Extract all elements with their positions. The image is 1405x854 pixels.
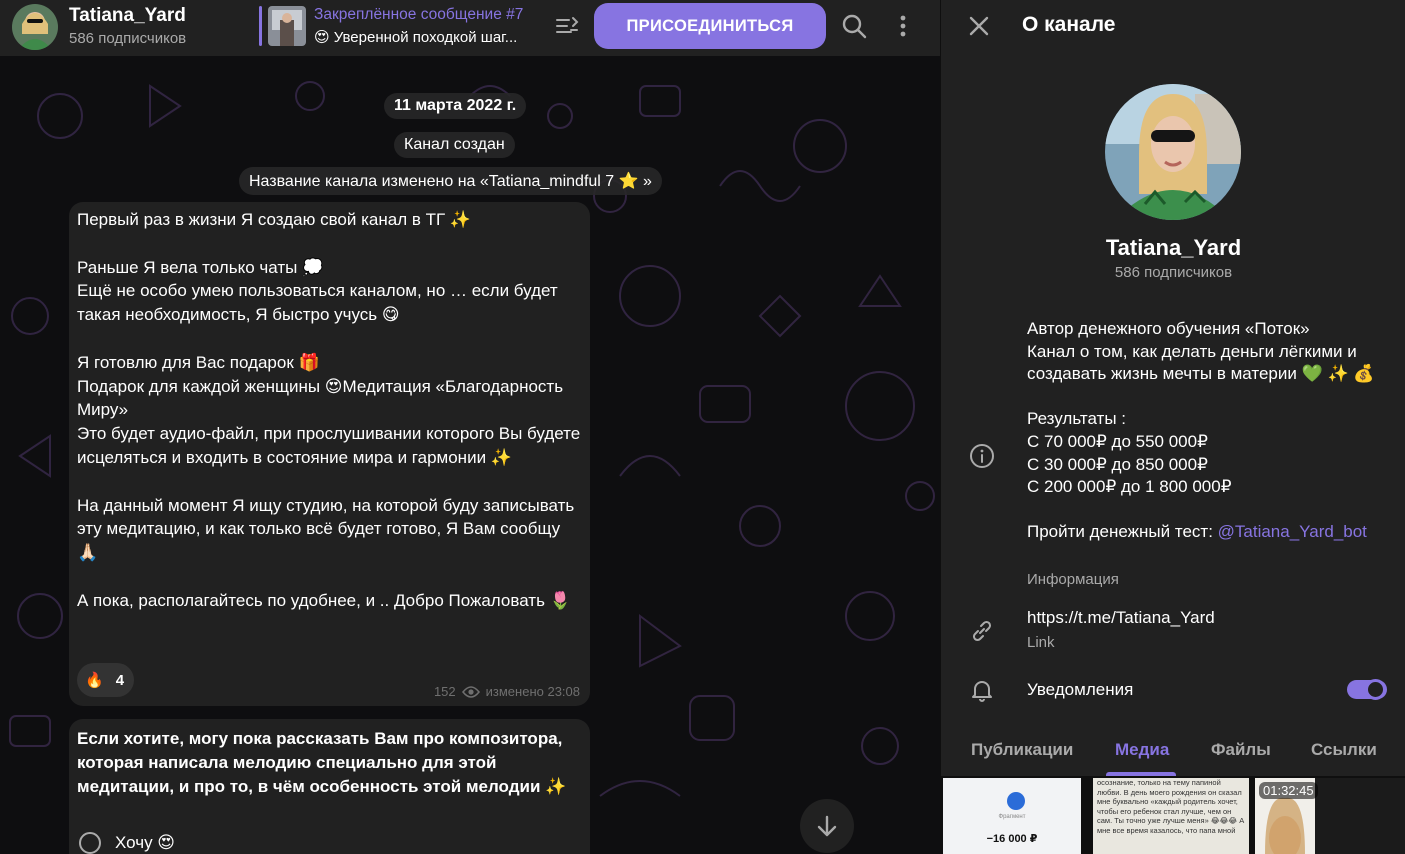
reaction-count: 4 (115, 671, 125, 689)
view-count: 152 (433, 684, 456, 699)
media-amount: −16 000 ₽ (986, 833, 1038, 845)
media-caption: Фрагмент (998, 814, 1026, 820)
notifications-label: Уведомления (1027, 680, 1134, 699)
more-icon[interactable] (889, 12, 917, 40)
message-bubble[interactable]: Если хотите, могу пока рассказать Вам пр… (69, 719, 590, 854)
channel-subscribers: 586 подписчиков (69, 30, 187, 47)
chat-header: Tatiana_Yard 586 подписчиков Закреплённо… (0, 0, 940, 56)
channel-link[interactable]: https://t.me/Tatiana_Yard (1027, 608, 1215, 628)
channel-info-panel: О канале Tatiana_Yard 586 подписчиков Ав… (940, 0, 1405, 854)
pinned-text[interactable]: 😍 Уверенной походкой шаг... (314, 28, 517, 46)
message-text: Первый раз в жизни Я создаю свой канал в… (77, 210, 581, 610)
notifications-toggle[interactable] (1347, 679, 1387, 700)
pinned-title[interactable]: Закреплённое сообщение #7 (314, 6, 523, 24)
tab-publications[interactable]: Публикации (971, 740, 1073, 760)
bank-logo-icon (1007, 792, 1025, 810)
video-duration: 01:32:45 (1259, 782, 1318, 799)
media-thumbnail[interactable]: осознание, только на тему папиной любви.… (1093, 778, 1249, 854)
service-message-renamed: Название канала изменено на «Tatiana_min… (239, 167, 662, 195)
pinned-list-icon[interactable] (553, 12, 581, 40)
channel-subscribers: 586 подписчиков (1114, 264, 1233, 281)
media-tabs: Публикации Медиа Файлы Ссылки (941, 730, 1405, 776)
search-icon[interactable] (840, 12, 868, 40)
channel-name: Tatiana_Yard (1105, 235, 1242, 260)
pinned-indicator (259, 6, 262, 46)
bot-link[interactable]: @Tatiana_Yard_bot (1218, 522, 1367, 541)
edited-time: изменено 23:08 (485, 684, 580, 699)
tab-links[interactable]: Ссылки (1311, 740, 1377, 760)
description-label: Информация (1027, 571, 1119, 588)
chat-area: Tatiana_Yard 586 подписчиков Закреплённо… (0, 0, 940, 854)
media-grid: Фрагмент −16 000 ₽ осознание, только на … (941, 776, 1405, 854)
scroll-down-button[interactable] (800, 799, 854, 853)
media-thumbnail[interactable]: Фрагмент −16 000 ₽ (943, 778, 1081, 854)
toggle-knob (1365, 679, 1386, 700)
join-button[interactable]: ПРИСОЕДИНИТЬСЯ (594, 3, 826, 49)
tab-media[interactable]: Медиа (1115, 740, 1169, 760)
message-bubble[interactable]: Первый раз в жизни Я создаю свой канал в… (69, 202, 590, 706)
channel-avatar-large[interactable] (1105, 84, 1241, 220)
date-separator: 11 марта 2022 г. (384, 93, 527, 119)
message-meta: 152 изменено 23:08 (434, 684, 580, 699)
link-icon (972, 620, 992, 642)
panel-title: О канале (1022, 13, 1116, 36)
poll-option-label: Хочу 😍 (115, 833, 176, 852)
radio-button[interactable] (79, 832, 101, 854)
service-message-created: Канал создан (394, 132, 515, 158)
poll-question: Если хотите, могу пока рассказать Вам пр… (77, 729, 568, 796)
bell-icon (972, 681, 992, 702)
description-text: Автор денежного обучения «Поток» Канал о… (1027, 319, 1375, 542)
arrow-down-icon (817, 815, 837, 837)
poll-option[interactable]: Хочу 😍 (79, 832, 175, 854)
link-label: Link (1027, 634, 1055, 651)
pinned-thumbnail[interactable] (268, 6, 306, 46)
close-icon[interactable] (965, 12, 993, 40)
eye-icon (461, 685, 480, 698)
tab-files[interactable]: Файлы (1211, 740, 1271, 760)
media-text: осознание, только на тему папиной любви.… (1097, 778, 1245, 835)
fire-icon: 🔥 (85, 672, 104, 689)
channel-description: Автор денежного обучения «Поток» Канал о… (1027, 318, 1397, 544)
media-video-thumbnail[interactable]: 01:32:45 (1255, 778, 1405, 854)
info-icon (970, 444, 994, 468)
channel-title[interactable]: Tatiana_Yard (69, 5, 186, 27)
reaction-chip[interactable]: 🔥 4 (77, 663, 135, 697)
channel-avatar[interactable] (12, 4, 58, 50)
